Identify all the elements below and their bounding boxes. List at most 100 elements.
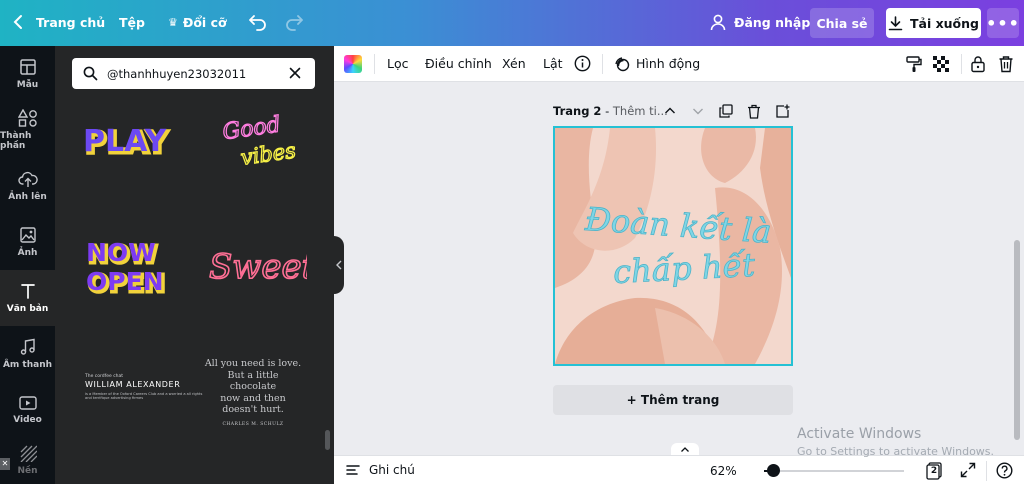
paint-format-icon[interactable] [905,55,923,76]
add-page-icon[interactable] [775,104,790,122]
chevron-down-icon[interactable] [692,104,704,121]
toolbar-divider [602,54,603,74]
page-text[interactable]: Đoàn kết là chấp hết [555,128,791,364]
flip-button[interactable]: Lật [543,56,563,71]
rail-item-photos[interactable]: Ảnh [0,214,55,270]
adjust-button[interactable]: Điều chỉnh [425,56,492,71]
sticker-sweet-text: Sweet [209,247,307,287]
video-icon [18,396,37,410]
quote-line-1: All you need is love. [204,358,302,369]
sticker-vibes-text: vibes [239,138,297,169]
resize-label: Đổi cỡ [182,15,227,30]
zoom-slider[interactable] [764,470,904,472]
rail-label: Ảnh lên [8,192,47,202]
rail-item-uploads[interactable]: Ảnh lên [0,158,55,214]
rail-item-elements[interactable]: Thành phần [0,102,55,158]
cloud-upload-icon [17,171,38,187]
panel-scrollbar[interactable] [325,430,330,450]
lock-icon[interactable] [970,55,986,76]
animate-icon [615,57,630,72]
download-label: Tải xuống [910,15,979,31]
sticker-sweet[interactable]: Sweet [207,242,316,290]
more-options-icon[interactable]: ••• [986,8,1019,38]
resize-button[interactable]: ♛ Đổi cỡ [168,15,227,30]
color-picker-icon[interactable] [344,55,362,73]
sticker-now-text: NOW [86,238,156,267]
redo-icon[interactable] [284,12,304,32]
layout-icon [19,59,36,75]
text-icon [20,284,35,299]
sticker-william-alexander[interactable]: The cordfee chat WILLIAM ALEXANDER is a … [85,374,202,404]
toolbar-divider [961,54,962,74]
animate-label: Hình động [636,56,701,71]
filter-button[interactable]: Lọc [387,56,408,71]
text-panel: @thanhhuyen23032011 PLAY PLAY Good vibes… [55,46,334,484]
rail-item-templates[interactable]: Mẫu [0,46,55,102]
rail-item-video[interactable]: Video [0,382,55,438]
top-bar: Trang chủ Tệp ♛ Đổi cỡ Đăng nhập Chia sẻ… [0,0,1024,46]
zoom-slider-knob[interactable] [767,464,780,477]
william-small-text: The cordfee chat [85,374,124,379]
share-button[interactable]: Chia sẻ [810,8,874,38]
rail-label: Ảnh [17,248,38,258]
home-link[interactable]: Trang chủ [36,15,105,30]
collapse-panel-button[interactable] [334,236,344,294]
file-menu[interactable]: Tệp [119,15,145,30]
image-icon [19,227,36,243]
fullscreen-icon[interactable] [960,462,976,481]
sticker-now-open[interactable]: NOW NOW OPEN OPEN [85,234,185,300]
login-label: Đăng nhập [734,15,811,30]
download-button[interactable]: Tải xuống [886,8,981,38]
info-icon[interactable] [574,55,591,75]
page-count: 2 [930,466,938,476]
page-count-button[interactable]: 2 [926,462,943,483]
shapes-icon [17,109,37,127]
quote-line-2: But a little chocolate [227,369,279,393]
music-icon [20,338,35,355]
activate-windows-title: Activate Windows [797,426,922,442]
rail-label: Nền [17,466,38,476]
design-page[interactable]: Đoàn kết là chấp hết [553,126,793,366]
zoom-value[interactable]: 62% [710,464,737,478]
quote-line-4: doesn't hurt. [222,404,284,415]
login-button[interactable]: Đăng nhập [710,14,810,31]
close-small-icon[interactable]: ✕ [0,458,10,470]
animate-button[interactable]: Hình động [613,55,700,72]
activate-windows-subtitle: Go to Settings to activate Windows. [797,445,995,458]
chevron-up-icon[interactable] [664,104,676,121]
headline-line-1[interactable]: Đoàn kết là [583,199,773,251]
notes-icon [346,465,360,475]
download-icon [888,15,903,30]
search-bar[interactable]: @thanhhuyen23032011 [72,58,315,89]
rail-item-text[interactable]: Văn bản [0,270,55,326]
trash-icon[interactable] [998,55,1014,76]
left-rail: Mẫu Thành phần Ảnh lên Ảnh Văn bản Âm th… [0,46,55,484]
clear-search-icon[interactable] [288,66,302,80]
sticker-play-text: PLAY [83,124,167,159]
page-header: Trang 2 - Thêm ti... [553,104,668,118]
delete-page-icon[interactable] [747,104,761,122]
bottom-divider [986,461,987,481]
sticker-good-vibes[interactable]: Good vibes [217,112,298,171]
back-chevron-icon[interactable] [12,14,26,30]
user-icon [710,14,726,31]
sticker-quote[interactable]: All you need is love. But a little choco… [203,358,303,427]
duplicate-page-icon[interactable] [719,104,733,121]
background-icon [20,445,37,462]
canvas-scrollbar[interactable] [1014,240,1020,440]
quote-author: CHARLES M. SCHULZ [222,421,284,427]
transparency-icon[interactable] [933,56,949,75]
william-desc-2: and terrifique advertising firmes [85,396,144,400]
show-pages-chevron-up-icon[interactable] [671,443,699,455]
headline-line-2[interactable]: chấp hết [612,245,757,291]
undo-icon[interactable] [248,12,268,32]
add-page-button[interactable]: + Thêm trang [553,385,793,415]
rail-label: Video [13,415,42,425]
page-title-input[interactable]: Thêm ti... [613,104,668,118]
help-icon[interactable] [996,462,1013,482]
search-input[interactable]: @thanhhuyen23032011 [107,67,246,81]
sticker-play[interactable]: PLAY PLAY [83,122,183,163]
crop-button[interactable]: Xén [502,56,526,71]
notes-button[interactable]: Ghi chú [346,463,415,477]
rail-item-audio[interactable]: Âm thanh [0,326,55,382]
